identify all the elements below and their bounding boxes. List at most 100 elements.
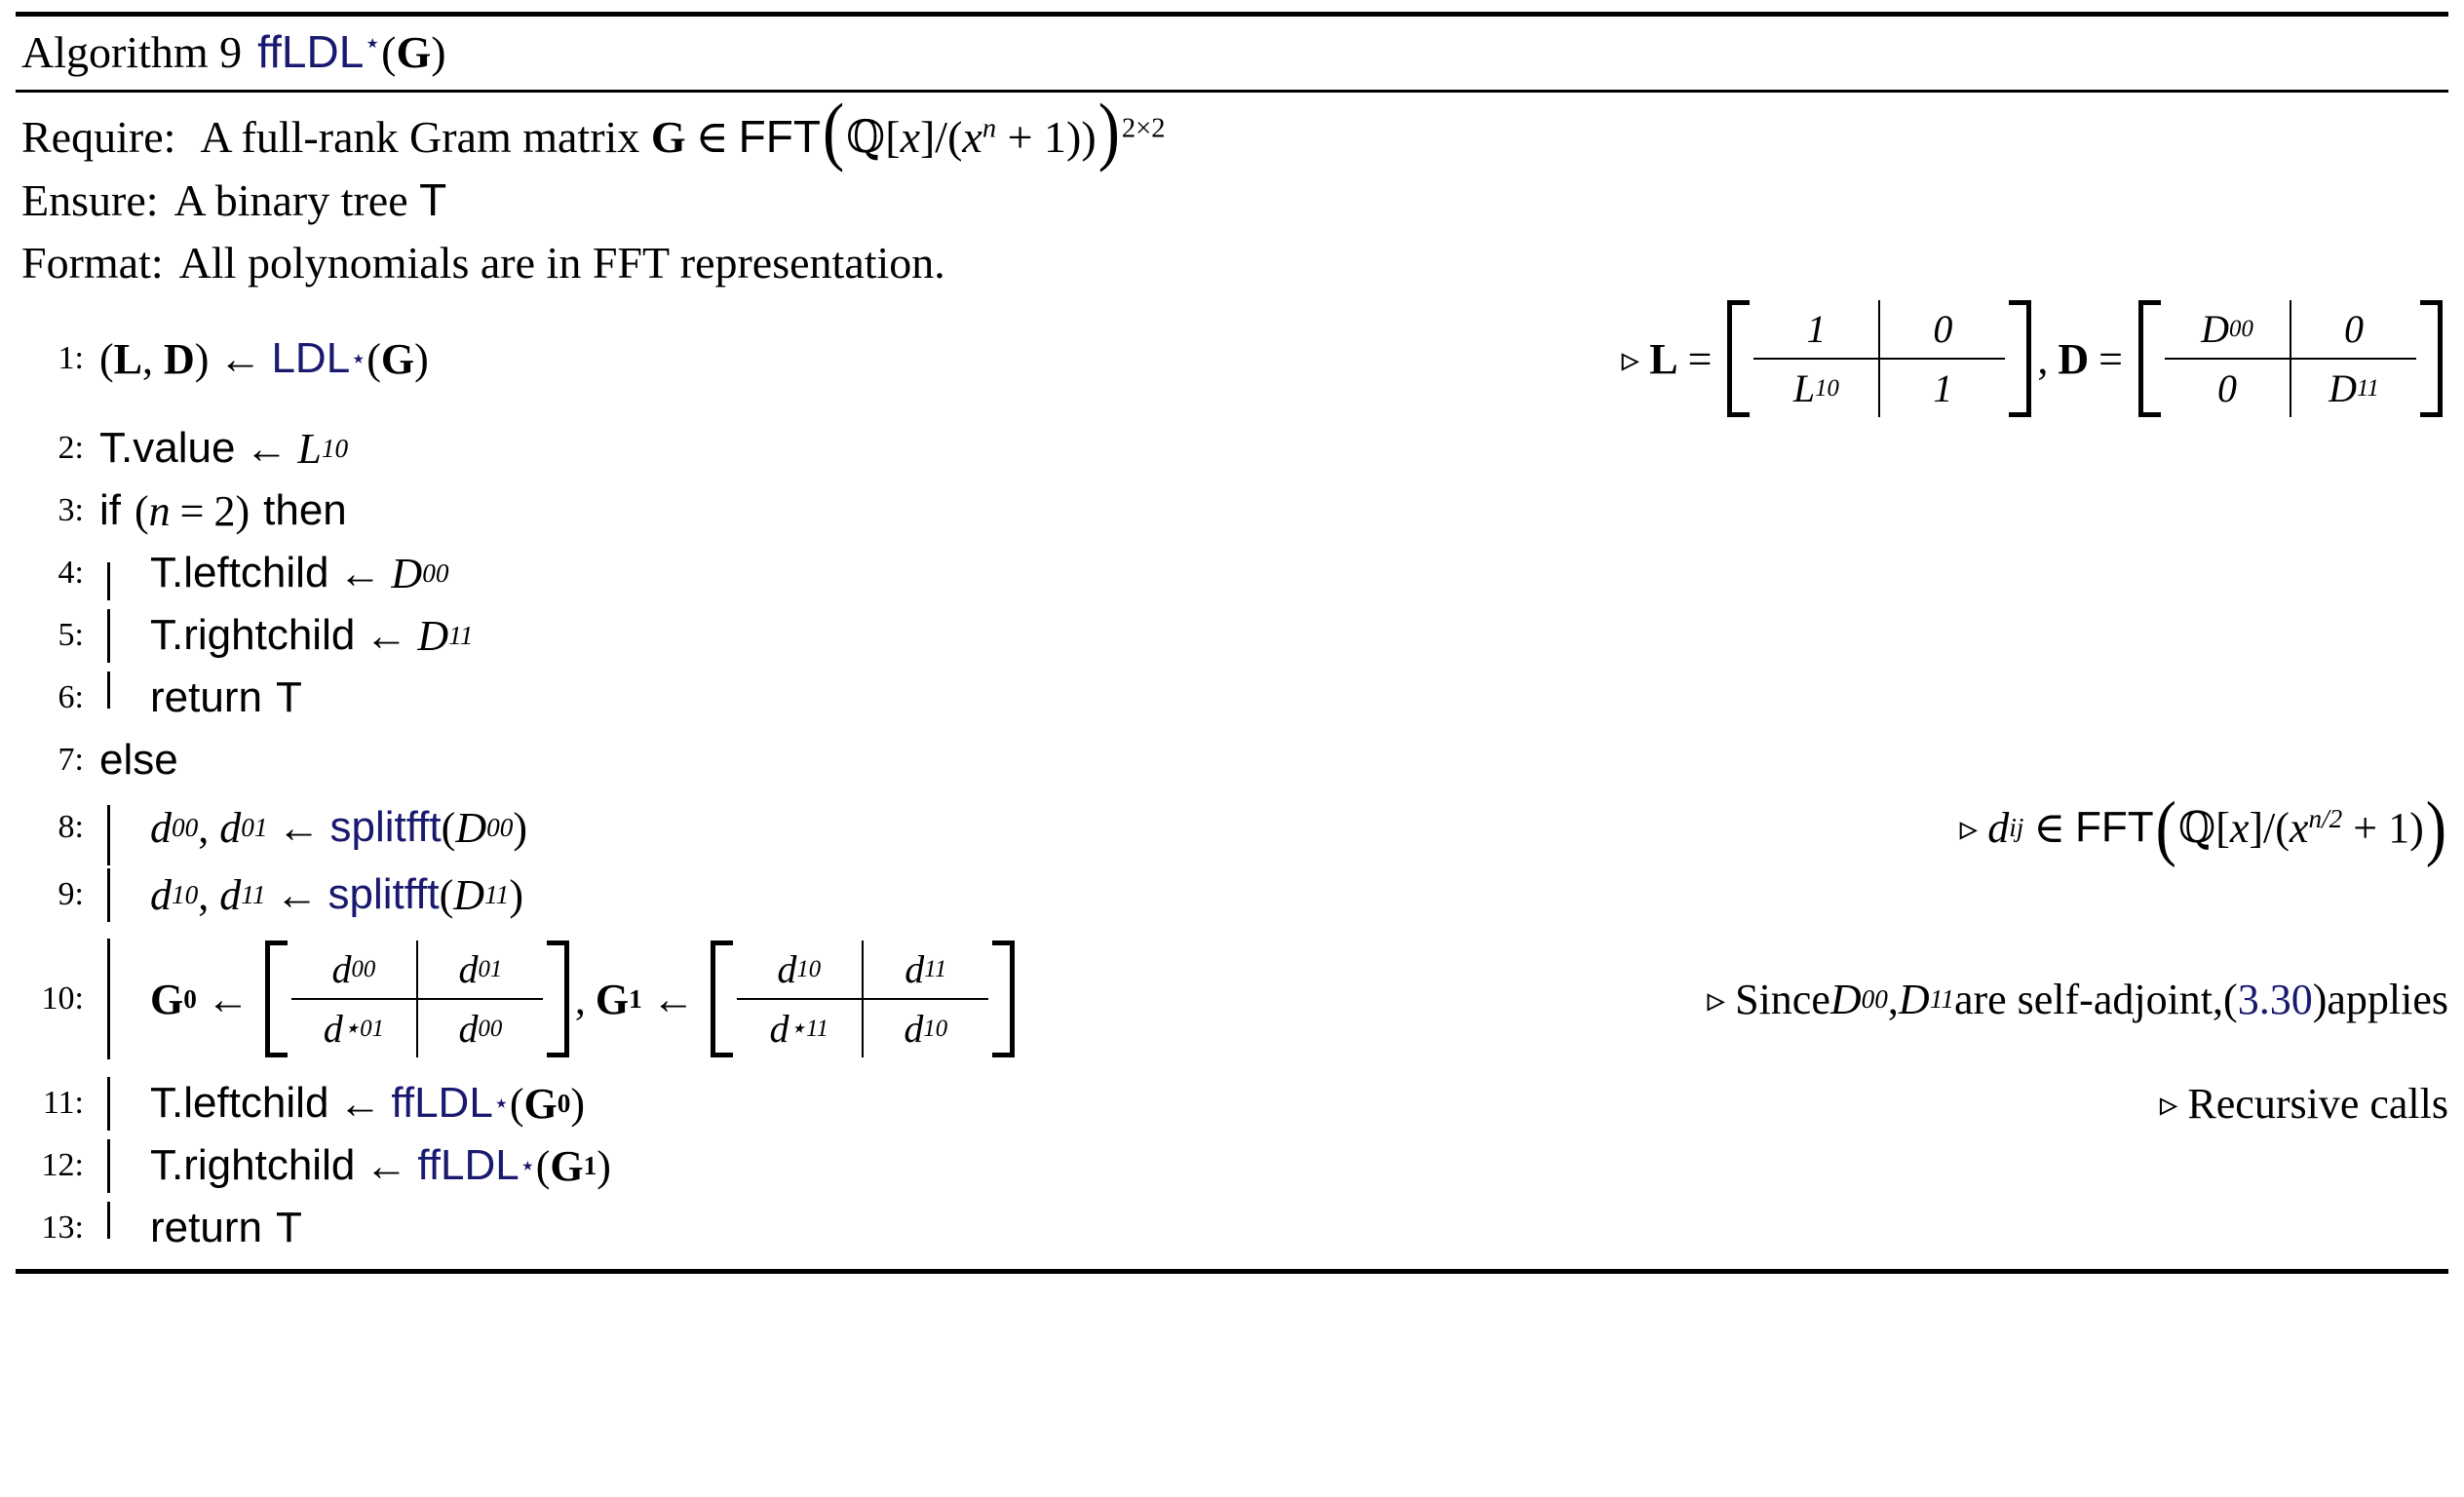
bracket-left (1727, 300, 1751, 417)
line-content: (L, D) ← LDL ⋆(G) ▹ L = 1 0 L 10 1 , D =… (99, 300, 2448, 417)
comment-fft-label: FFT (2074, 803, 2154, 851)
comment-paren-open: ( (2155, 786, 2176, 868)
matrix-g1: d 10 d 11 d ⋆ 11 d 10 (710, 940, 1015, 1057)
g0-symbol: G (150, 975, 184, 1023)
comment-exponent: n/2 (2308, 803, 2343, 833)
comment-paren-close: ) (2425, 786, 2446, 868)
line-number: 7: (58, 742, 84, 778)
comment-ring-body: ℚ[x]/(xn/2 + 1) (2177, 803, 2424, 852)
format-text: All polynomials are in FFT representatio… (178, 238, 945, 288)
indent-guide (99, 1076, 150, 1131)
comment-separator: , (2037, 334, 2049, 383)
comment-D-label: D (2058, 334, 2090, 383)
statement: (L, D) ← LDL ⋆(G) (99, 334, 429, 383)
line-number: 4: (58, 555, 84, 591)
comment-equals-2: = (2098, 334, 2123, 383)
comment-text-c: applies (2327, 975, 2448, 1023)
matrix-L: 1 0 L 10 1 (1727, 300, 2032, 417)
line-comment: ▹ L = 1 0 L 10 1 , D = D 00 0 0 D 11 (1583, 300, 2448, 417)
statement: if (n = 2) then (99, 486, 347, 536)
cond-paren-close: ) (235, 486, 250, 535)
bracket-left (710, 940, 733, 1057)
line-number: 2: (58, 430, 84, 466)
line-content: d 10, d 11 ← splitfft(D 11) (99, 867, 2448, 922)
format-line: Format: All polynomials are in FFT repres… (21, 232, 2443, 294)
require-line: Require: A full-rank Gram matrix G ∈ FFT(ℚ… (21, 93, 2443, 170)
comment-marker-icon: ▹ (1621, 338, 1640, 379)
ensure-label: Ensure: (21, 175, 159, 225)
call-argument-G: G (380, 334, 415, 383)
line-number: 11: (42, 1085, 84, 1121)
table-row: 12: T.rightchild ← ffLDL ⋆(G 1) (16, 1134, 2448, 1197)
lhs-L: L (113, 334, 143, 383)
statement: G 0 ← d 00 d 01 d ⋆ 01 d 00 , G 1 ← d 10… (150, 940, 1020, 1057)
out1-symbol: d (150, 870, 172, 919)
out2-symbol: d (219, 870, 242, 919)
matrix-separator: , (574, 975, 586, 1023)
cond-paren-open: ( (135, 486, 149, 535)
call-ffldl-star: ffLDL (391, 1079, 493, 1127)
g1-symbol: G (595, 975, 630, 1023)
line-content: G 0 ← d 00 d 01 d ⋆ 01 d 00 , G 1 ← d 10… (99, 939, 2448, 1059)
out1-symbol: d (150, 803, 172, 852)
lhs-D: D (164, 334, 195, 383)
matrix-cell: d ⋆ 01 (291, 1000, 418, 1057)
statement: d 10, d 11 ← splitfft(D 11) (150, 870, 523, 919)
statement: else (99, 736, 178, 785)
require-fft-label: FFT (738, 111, 821, 162)
table-row: 2: T.value ← L 10 (16, 417, 2448, 480)
line-content: else (99, 736, 2448, 785)
preamble: Require: A full-rank Gram matrix G ∈ FFT(ℚ… (16, 93, 2448, 296)
assign-arrow: ← (277, 803, 321, 852)
matrix-cell: 0 (2165, 360, 2291, 417)
line-content: T.leftchild ← ffLDL ⋆(G 0) ▹ Recursive calls (99, 1076, 2448, 1131)
table-row: 8: d 00, d 01 ← splitfft(D 00) ▹ d ij ∈ FFT(ℚ[x]… (16, 787, 2448, 868)
bracket-right (2009, 300, 2032, 417)
call-argument-symbol: D (455, 803, 487, 852)
comment-equals-1: = (1687, 334, 1713, 383)
require-dimension-exponent: 2×2 (1121, 113, 1166, 144)
comment-d11-symbol: D (1898, 975, 1930, 1023)
matrix-cell: d 00 (458, 1007, 503, 1051)
comment-marker-icon: ▹ (1707, 979, 1726, 1019)
statement: T.leftchild ← ffLDL ⋆(G 0) (150, 1079, 586, 1128)
comment-marker-icon: ▹ (1959, 807, 1979, 848)
cond-value: 2 (213, 486, 236, 535)
line-number: 3: (58, 492, 84, 528)
statement: return T (150, 673, 302, 722)
return-value: T (275, 673, 302, 721)
require-paren-close: ) (1097, 89, 1120, 173)
table-row: 11: T.leftchild ← ffLDL ⋆(G 0) ▹ Recursive ca… (16, 1072, 2448, 1134)
call-splitfft: splitfft (329, 803, 442, 851)
line-content: T.value ← L 10 (99, 424, 2448, 474)
line-content: T.rightchild ← D 11 (99, 608, 2448, 663)
rhs-symbol: D (417, 611, 449, 660)
matrix-g0: d 00 d 01 d ⋆ 01 d 00 (264, 940, 569, 1057)
algorithm-number-label: Algorithm 9 (21, 27, 243, 77)
comment-reference-link[interactable]: 3.30 (2238, 975, 2313, 1024)
table-row: 9: d 10, d 11 ← splitfft(D 11) (16, 864, 2448, 926)
statement: T.rightchild ← ffLDL ⋆(G 1) (150, 1141, 611, 1190)
matrix-cell: D 00 (2165, 300, 2291, 360)
assign-arrow-2: ← (651, 975, 695, 1023)
require-ring-body: ℚ[x]/(xn + 1)) (846, 112, 1097, 162)
comment-text-a: Since (1735, 975, 1830, 1023)
indent-guide (99, 1138, 150, 1193)
matrix-cell: d 10 (904, 1007, 948, 1051)
algorithm-steps: 1: (L, D) ← LDL ⋆(G) ▹ L = 1 0 L 10 1 , … (16, 296, 2448, 1269)
matrix-cell: d 00 (290, 940, 418, 1000)
table-row: 3: if (n = 2) then (16, 480, 2448, 542)
if-keyword: if (99, 486, 121, 534)
require-text: A full-rank Gram matrix (200, 112, 651, 162)
return-value: T (275, 1204, 302, 1251)
bracket-right (546, 940, 569, 1057)
caption-paren-open: ( (381, 27, 397, 77)
require-exponent-n: n (982, 113, 997, 144)
call-ffldl-star: ffLDL (417, 1141, 520, 1189)
comment-ring-tail: + 1) (2342, 803, 2424, 852)
call-argument-G: G (523, 1079, 558, 1128)
out2-symbol: d (219, 803, 242, 852)
caption-argument: G (396, 27, 432, 77)
call-argument-G: G (550, 1141, 584, 1190)
ensure-text: A binary tree T (173, 174, 447, 225)
